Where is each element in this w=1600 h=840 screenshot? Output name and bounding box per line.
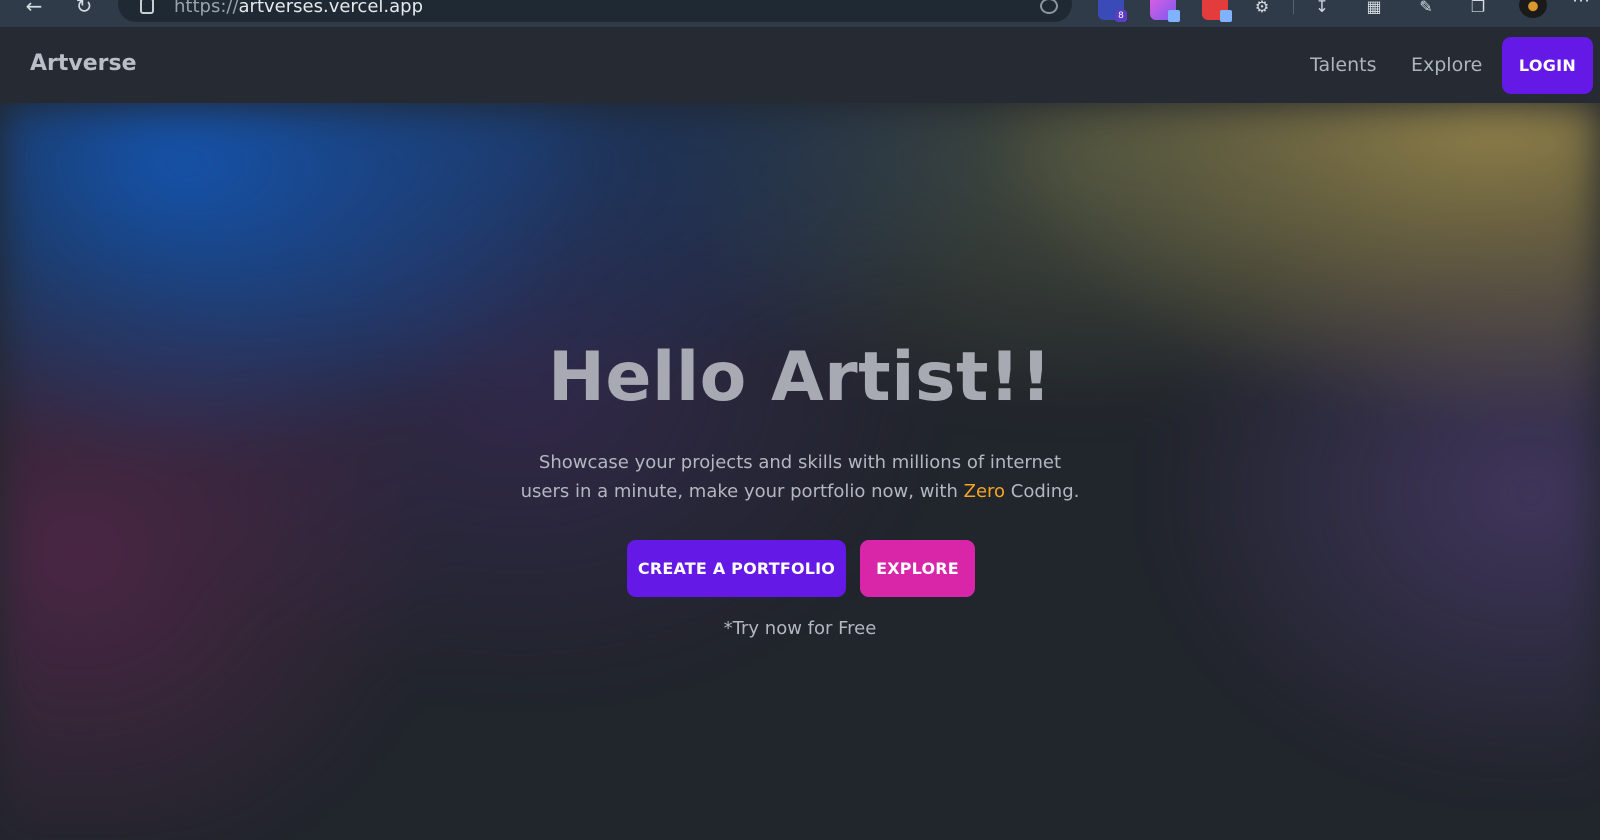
site-header: Artverse Talents Explore LOGIN: [0, 27, 1600, 103]
extension-badge: 8: [1115, 10, 1127, 22]
extension-overlay-icon: [1168, 10, 1180, 22]
hero-subtitle-accent: Zero: [963, 481, 1006, 502]
browser-toolbar: ← ↻ https://artverses.vercel.app 8 ⚙ ↧ ▦…: [0, 0, 1600, 27]
address-bar[interactable]: https://artverses.vercel.app: [118, 0, 1072, 22]
url-text[interactable]: https://artverses.vercel.app: [174, 0, 423, 17]
url-host: artverses.vercel.app: [238, 0, 424, 17]
hero-subtitle-line2: users in a minute, make your portfolio n…: [520, 481, 964, 502]
lens-icon[interactable]: [1040, 0, 1058, 14]
more-menu-icon[interactable]: ⋯: [1572, 0, 1591, 11]
hero-section: Hello Artist!! Showcase your projects an…: [0, 103, 1600, 840]
split-screen-icon[interactable]: ▦: [1362, 0, 1386, 20]
profile-avatar[interactable]: [1519, 0, 1547, 18]
download-icon[interactable]: ↧: [1310, 0, 1334, 20]
back-arrow-icon[interactable]: ←: [20, 0, 48, 20]
url-scheme: https://: [174, 0, 239, 17]
create-portfolio-button[interactable]: CREATE A PORTFOLIO: [627, 540, 846, 597]
try-free-note: *Try now for Free: [723, 618, 877, 639]
hero-subtitle-end: Coding.: [1005, 481, 1080, 502]
nav-explore[interactable]: Explore: [1411, 54, 1482, 76]
extension-icon[interactable]: 8: [1098, 0, 1127, 22]
hero-subtitle-line1: Showcase your projects and skills with m…: [538, 452, 1062, 473]
hero-title: Hello Artist!!: [547, 338, 1053, 417]
extensions-puzzle-icon[interactable]: ⚙: [1250, 0, 1274, 20]
login-button[interactable]: LOGIN: [1502, 37, 1593, 94]
reload-icon[interactable]: ↻: [70, 0, 98, 20]
edit-icon[interactable]: ✎: [1414, 0, 1438, 20]
extension-overlay-icon: [1220, 10, 1232, 22]
tabs-icon[interactable]: ❐: [1466, 0, 1490, 20]
toolbar-divider: [1293, 0, 1294, 14]
explore-button[interactable]: EXPLORE: [860, 540, 975, 597]
hero-subtitle: Showcase your projects and skills with m…: [520, 448, 1080, 506]
extension-icon[interactable]: [1202, 0, 1232, 22]
site-info-icon[interactable]: [140, 0, 154, 14]
extension-icon[interactable]: [1150, 0, 1180, 22]
brand-logo[interactable]: Artverse: [30, 51, 137, 76]
nav-talents[interactable]: Talents: [1310, 54, 1376, 76]
